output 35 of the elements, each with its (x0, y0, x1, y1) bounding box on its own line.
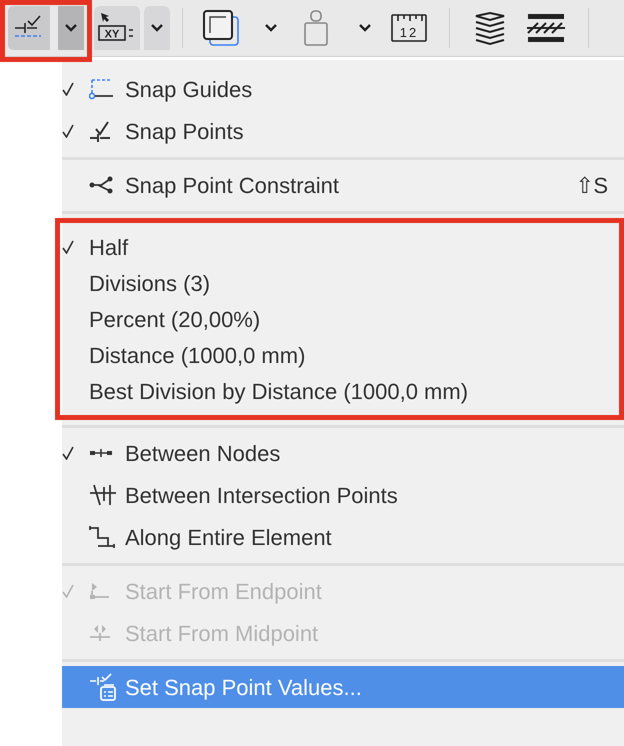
menu-item[interactable]: Best Division by Distance (1000,0 mm) (62, 373, 619, 409)
shortcut-label: ⇧S (575, 172, 608, 200)
coordinates-button[interactable]: XY (94, 6, 140, 50)
menu-item[interactable]: Distance (1000,0 mm) (62, 337, 619, 373)
menu-item[interactable]: Snap Point Constraint ⇧S (62, 164, 624, 206)
along-element-icon (89, 525, 116, 549)
icon-label: 12 (400, 25, 418, 40)
menu-item[interactable]: Snap Points (62, 110, 624, 152)
midpoint-icon (89, 624, 111, 642)
dropdown-button[interactable] (58, 6, 84, 50)
menu-item[interactable]: Percent (20,00%) (62, 301, 619, 337)
snap-button[interactable] (8, 6, 50, 50)
menu-item[interactable]: Snap Guides (62, 68, 624, 110)
between-nodes-icon (89, 448, 113, 458)
hatch-pattern-icon (527, 13, 565, 43)
chevron-down-icon (150, 23, 164, 33)
menu-item[interactable]: Divisions (3) (62, 265, 619, 301)
chevron-down-icon (358, 23, 372, 33)
intersection-icon (89, 484, 117, 506)
menu-item[interactable]: Between Intersection Points (62, 474, 624, 516)
endpoint-icon (89, 582, 110, 600)
snap-values-icon (89, 673, 116, 701)
snap-points-icon (89, 120, 111, 142)
overlapping-squares-icon (202, 9, 240, 47)
weight-icon (303, 9, 329, 47)
icon-label: XY (104, 28, 120, 40)
menu-item[interactable]: Half (62, 229, 619, 265)
snap-guides-icon (89, 78, 114, 100)
chevron-down-icon (264, 23, 278, 33)
constraint-icon (89, 176, 113, 194)
menu-item[interactable]: Along Entire Element (62, 516, 624, 558)
chevron-down-icon (64, 23, 78, 33)
dropdown-button[interactable] (144, 6, 170, 50)
menu-item[interactable]: Between Nodes (62, 432, 624, 474)
ruler-button[interactable]: 12 (389, 6, 429, 50)
